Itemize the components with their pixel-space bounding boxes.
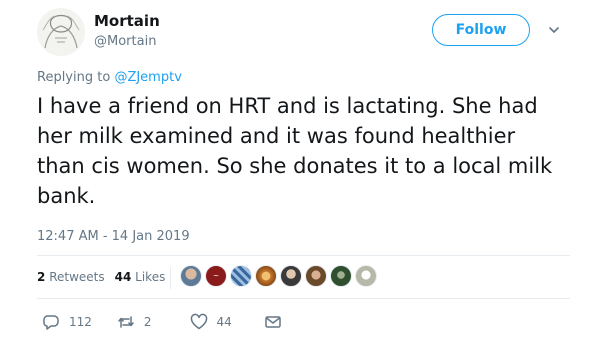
retweets-count: 2 [37, 270, 46, 284]
retweet-count: 2 [143, 315, 152, 329]
replying-to-handle[interactable]: @ZJemptv [114, 70, 181, 85]
envelope-icon [265, 316, 281, 328]
likes-label: Likes [135, 270, 166, 284]
liker-avatar[interactable] [280, 265, 302, 287]
display-name[interactable]: Mortain [94, 12, 160, 30]
liker-avatar[interactable] [305, 265, 327, 287]
tweet-stats: 2 Retweets 44 Likes [37, 270, 165, 284]
retweets-label: Retweets [49, 270, 105, 284]
reply-button[interactable]: 112 [42, 313, 92, 331]
likes-stat[interactable]: 44 Likes [115, 270, 166, 284]
tweet-text: I have a friend on HRT and is lactating.… [37, 94, 553, 208]
liker-avatar[interactable] [255, 265, 277, 287]
retweets-stat[interactable]: 2 Retweets [37, 270, 105, 284]
follow-button[interactable]: Follow [432, 14, 530, 46]
tweet-timestamp[interactable]: 12:47 AM - 14 Jan 2019 [37, 229, 190, 244]
liker-avatar[interactable]: ~ [205, 265, 227, 287]
replying-to: Replying to @ZJemptv [37, 70, 182, 85]
liker-avatar[interactable] [230, 265, 252, 287]
retweet-button[interactable]: 2 [117, 313, 152, 331]
like-button[interactable]: 44 [190, 313, 232, 331]
like-count: 44 [216, 315, 232, 329]
divider [37, 255, 570, 256]
reply-icon [43, 315, 59, 330]
liker-avatars: ~ [180, 265, 377, 287]
chevron-down-icon[interactable] [548, 24, 560, 36]
user-handle[interactable]: @Mortain [94, 34, 156, 49]
avatar[interactable] [37, 8, 85, 56]
liker-avatar[interactable] [355, 265, 377, 287]
reply-count: 112 [69, 315, 92, 329]
tweet-actions: 112 2 44 [42, 313, 282, 331]
retweet-icon [118, 316, 134, 328]
divider [37, 298, 570, 299]
sketch-avatar-icon [37, 8, 85, 56]
heart-icon [190, 313, 207, 330]
liker-avatar[interactable] [330, 265, 352, 287]
liker-avatar[interactable] [180, 265, 202, 287]
replying-to-label: Replying to [37, 70, 115, 85]
direct-message-button[interactable] [264, 313, 282, 331]
stats-separator [170, 267, 171, 289]
likes-count: 44 [114, 270, 132, 284]
